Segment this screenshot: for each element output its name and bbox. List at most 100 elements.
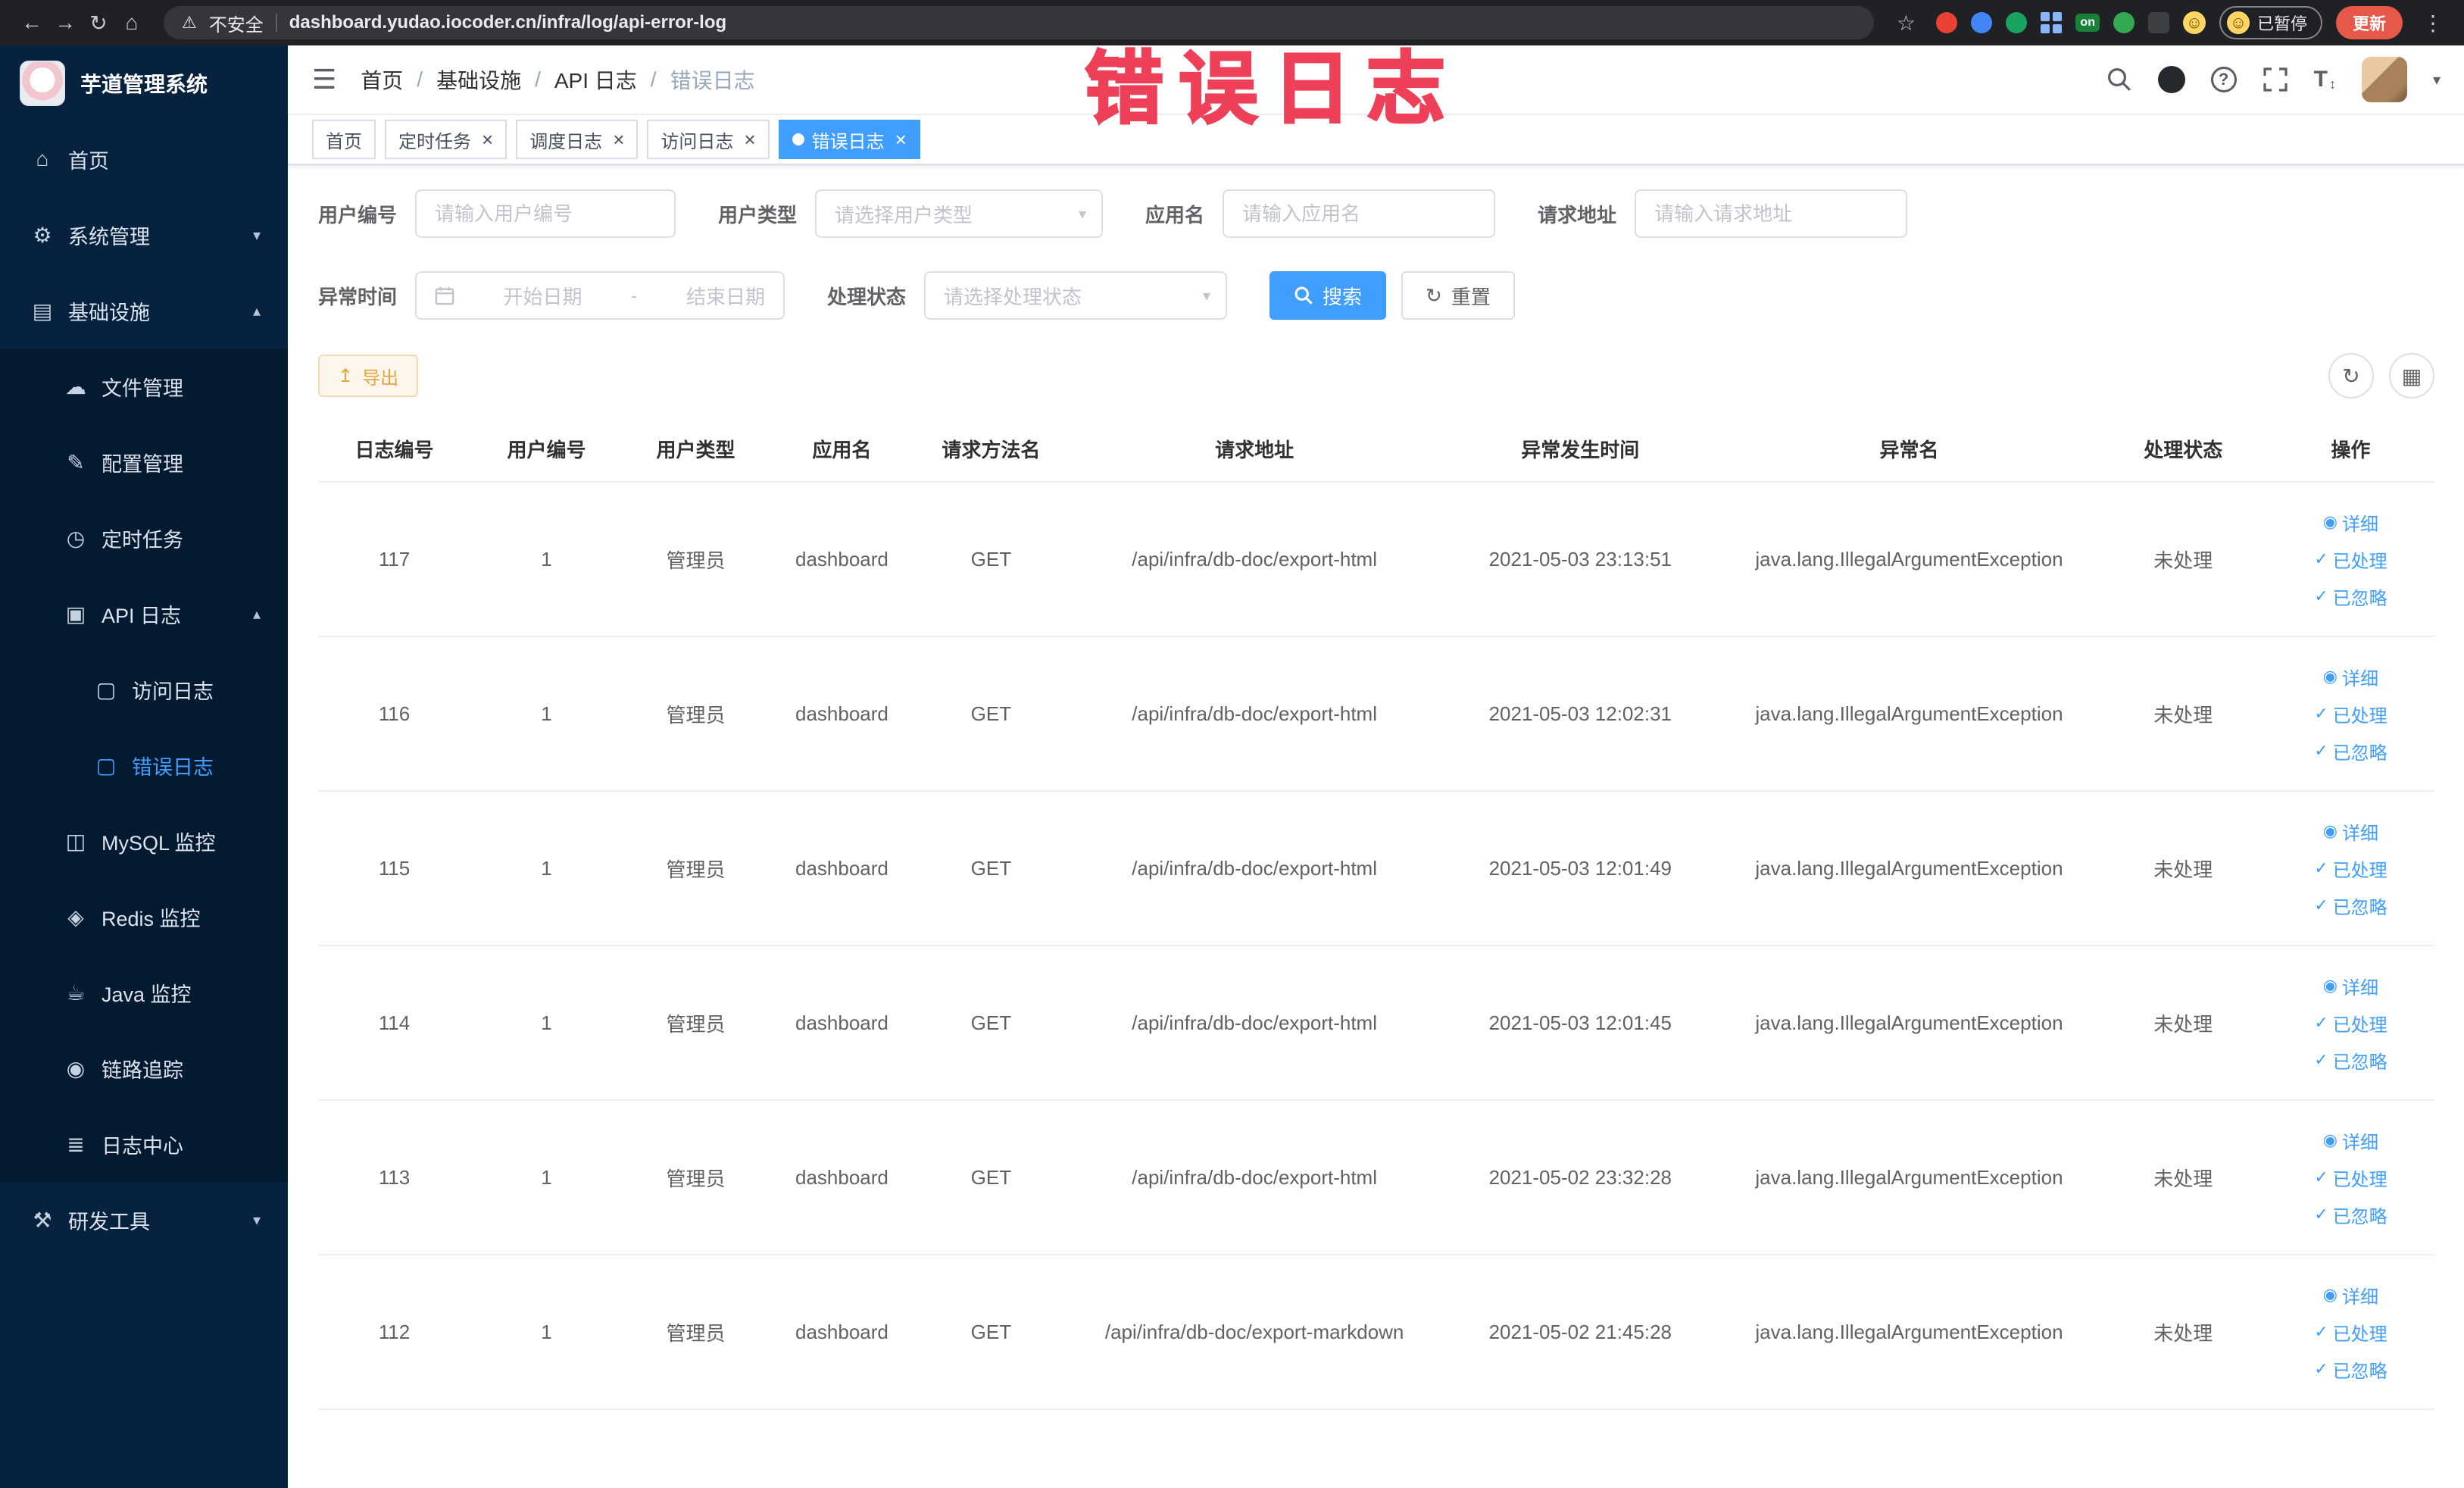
chrome-update-button[interactable]: 更新 — [2335, 6, 2403, 39]
sidebar-item-log-center[interactable]: ≣ 日志中心 — [0, 1106, 288, 1182]
avatar-caret-down-icon[interactable]: ▾ — [2433, 70, 2441, 89]
columns-icon[interactable]: ▦ — [2389, 353, 2434, 399]
cell-time: 2021-05-02 21:45:28 — [1441, 1255, 1719, 1410]
sidebar-item-label: 日志中心 — [101, 1134, 183, 1158]
ignored-link[interactable]: ✓ 已忽略 — [2314, 1047, 2387, 1074]
export-button[interactable]: ↥ 导出 — [318, 355, 419, 397]
bookmark-star-icon[interactable]: ☆ — [1889, 11, 1922, 36]
processed-link[interactable]: ✓ 已处理 — [2314, 1319, 2387, 1346]
close-icon[interactable]: × — [744, 130, 755, 149]
logcenter-icon: ≣ — [67, 1132, 85, 1156]
sidebar-item-system-mgmt[interactable]: ⚙ 系统管理 ▾ — [0, 197, 288, 273]
tab-label: 定时任务 — [398, 131, 471, 152]
tab-error-log[interactable]: 错误日志 × — [778, 120, 920, 159]
sidebar-item-dev-tools[interactable]: ⚒ 研发工具 ▾ — [0, 1182, 288, 1258]
processed-link[interactable]: ✓ 已处理 — [2314, 546, 2387, 573]
app-logo[interactable]: 芋道管理系统 — [0, 45, 288, 121]
user-id-input[interactable] — [415, 189, 676, 238]
processed-link[interactable]: ✓ 已处理 — [2314, 1164, 2387, 1191]
extension-dark-icon[interactable] — [2147, 12, 2169, 33]
sidebar-item-trace[interactable]: ◉ 链路追踪 — [0, 1030, 288, 1106]
column-header: 异常发生时间 — [1441, 417, 1719, 483]
refresh-icon[interactable]: ↻ — [2328, 353, 2374, 399]
forward-icon[interactable]: → — [48, 11, 82, 35]
user-type-select[interactable]: 请选择用户类型 ▾ — [815, 189, 1104, 238]
tab-job[interactable]: 定时任务 × — [385, 120, 507, 159]
sidebar-item-error-log[interactable]: ▢ 错误日志 — [0, 727, 288, 803]
sidebar-item-redis-monitor[interactable]: ◈ Redis 监控 — [0, 879, 288, 955]
detail-link[interactable]: ◉ 详细 — [2323, 1282, 2378, 1308]
tab-access-log[interactable]: 访问日志 × — [647, 120, 770, 159]
sidebar-item-file-mgmt[interactable]: ☁ 文件管理 — [0, 349, 288, 424]
processed-link[interactable]: ✓ 已处理 — [2314, 701, 2387, 727]
close-icon[interactable]: × — [613, 130, 624, 149]
cell-method: GET — [914, 791, 1067, 946]
close-icon[interactable]: × — [895, 130, 907, 149]
ignored-link[interactable]: ✓ 已忽略 — [2314, 1202, 2387, 1228]
detail-link[interactable]: ◉ 详细 — [2323, 509, 2378, 536]
ignored-link[interactable]: ✓ 已忽略 — [2314, 583, 2387, 610]
sidebar-item-mysql-monitor[interactable]: ◫ MySQL 监控 — [0, 803, 288, 879]
ignored-link[interactable]: ✓ 已忽略 — [2314, 1356, 2387, 1383]
detail-link[interactable]: ◉ 详细 — [2323, 1127, 2378, 1154]
reset-button[interactable]: ↻ 重置 — [1401, 271, 1515, 320]
address-divider — [275, 14, 277, 32]
ignored-link[interactable]: ✓ 已忽略 — [2314, 892, 2387, 919]
extension-red-icon[interactable] — [1936, 12, 1958, 33]
sidebar-item-infrastructure[interactable]: ▤ 基础设施 ▴ — [0, 273, 288, 349]
avatar[interactable] — [2361, 57, 2407, 102]
github-icon[interactable] — [2157, 66, 2185, 93]
search-button[interactable]: 搜索 — [1269, 271, 1387, 320]
ignored-link[interactable]: ✓ 已忽略 — [2314, 738, 2387, 764]
extension-blue-icon[interactable] — [1971, 12, 1993, 33]
processed-link[interactable]: ✓ 已处理 — [2314, 1010, 2387, 1036]
paused-badge[interactable]: ☺ 已暂停 — [2219, 6, 2322, 39]
breadcrumb-item[interactable]: 基础设施 — [436, 64, 521, 95]
column-header: 应用名 — [768, 417, 915, 483]
collapse-sidebar-icon[interactable]: ☰ — [312, 64, 336, 95]
check-icon: ✓ — [2314, 1013, 2328, 1032]
app-name-input[interactable] — [1223, 189, 1496, 238]
detail-link[interactable]: ◉ 详细 — [2323, 973, 2378, 999]
cell-actions: ◉ 详细 ✓ 已处理 ✓ 已忽略 — [2266, 1255, 2434, 1410]
extension-grid-icon[interactable] — [2041, 12, 2063, 33]
detail-link[interactable]: ◉ 详细 — [2323, 818, 2378, 845]
address-bar[interactable]: ⚠ 不安全 dashboard.yudao.iocoder.cn/infra/l… — [164, 6, 1875, 39]
extension-green-icon[interactable] — [2006, 12, 2028, 33]
reload-icon[interactable]: ↻ — [82, 11, 115, 36]
sidebar-item-config-mgmt[interactable]: ✎ 配置管理 — [0, 424, 288, 500]
font-size-icon[interactable]: T ↕ — [2314, 67, 2336, 92]
browser-menu-icon[interactable]: ⋮ — [2416, 11, 2450, 36]
sidebar-item-api-log[interactable]: ▣ API 日志 ▴ — [0, 576, 288, 652]
table-row: 112 1 管理员 dashboard GET/api/infra/db-doc/exp… — [318, 1255, 2434, 1410]
cell-url: /api/infra/db-doc/export-markdown — [1066, 1255, 1442, 1410]
fullscreen-icon[interactable] — [2263, 67, 2288, 92]
sidebar-item-scheduled-jobs[interactable]: ◷ 定时任务 — [0, 500, 288, 576]
date-range-picker[interactable]: 开始日期 - 结束日期 — [415, 271, 785, 320]
extension-on-badge[interactable]: on — [2075, 14, 2100, 32]
process-status-select[interactable]: 请选择处理状态 ▾ — [924, 271, 1228, 320]
cell-url: /api/infra/db-doc/export-html — [1066, 636, 1442, 792]
tab-home[interactable]: 首页 — [312, 120, 376, 159]
close-icon[interactable]: × — [482, 130, 493, 149]
breadcrumb-item[interactable]: 首页 — [361, 64, 403, 95]
cell-method: GET — [914, 482, 1067, 637]
sidebar-item-home[interactable]: ⌂ 首页 — [0, 121, 288, 197]
breadcrumb-item[interactable]: API 日志 — [554, 64, 637, 95]
main-area: ☰ 首页 / 基础设施 / API 日志 / 错误日志 ? T ↕ ▾ 首页 定… — [288, 45, 2464, 1488]
emoji-extension-icon[interactable]: ☺ — [2182, 11, 2206, 34]
processed-link[interactable]: ✓ 已处理 — [2314, 855, 2387, 882]
help-icon[interactable]: ? — [2210, 67, 2237, 92]
sidebar-item-java-monitor[interactable]: ☕ Java 监控 — [0, 955, 288, 1030]
tab-job-log[interactable]: 调度日志 × — [516, 120, 639, 159]
extension-leaf-icon[interactable] — [2113, 12, 2135, 33]
sidebar-item-access-log[interactable]: ▢ 访问日志 — [0, 652, 288, 727]
cell-time: 2021-05-03 12:01:45 — [1441, 946, 1719, 1101]
cell-user_type: 管理员 — [623, 636, 769, 792]
browser-home-icon[interactable]: ⌂ — [115, 11, 148, 35]
detail-link[interactable]: ◉ 详细 — [2323, 664, 2378, 690]
search-icon[interactable] — [2106, 67, 2132, 92]
check-icon: ✓ — [2314, 1205, 2328, 1224]
back-icon[interactable]: ← — [15, 11, 48, 35]
request-url-input[interactable] — [1635, 189, 1908, 238]
